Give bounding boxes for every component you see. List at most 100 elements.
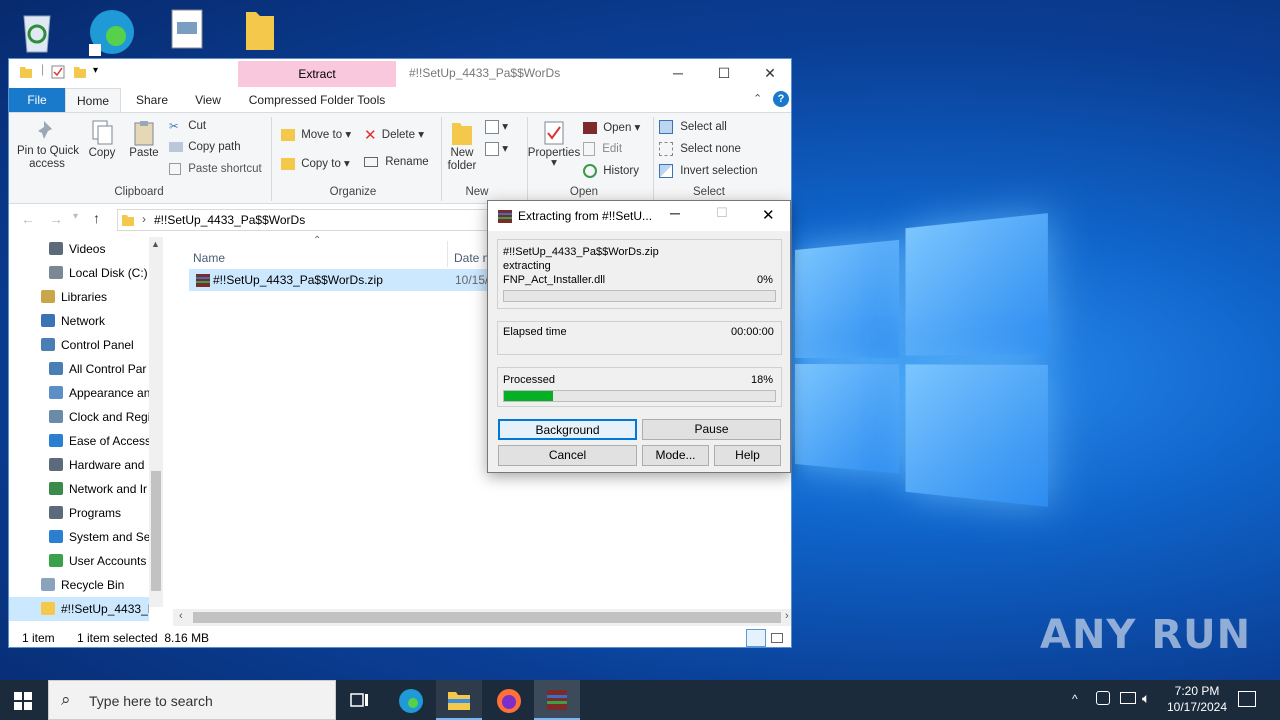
edit-button[interactable]: Edit — [583, 142, 622, 156]
select-all-button[interactable]: Select all — [659, 120, 727, 134]
paste-button[interactable]: Paste — [127, 119, 161, 159]
sort-ascending-icon: ⌃ — [313, 235, 322, 246]
sidebar-item[interactable]: Network and Ir — [9, 477, 149, 501]
invert-selection-icon — [659, 164, 673, 178]
easy-access-icon[interactable]: ▾ — [485, 141, 508, 156]
paste-shortcut-button[interactable]: Paste shortcut — [169, 163, 262, 175]
show-hidden-icons-chevron-icon[interactable]: ^ — [1072, 692, 1078, 720]
notifications-icon[interactable] — [1238, 691, 1256, 707]
invert-selection-button[interactable]: Invert selection — [659, 164, 758, 178]
volume-icon[interactable]: 🔈︎ — [1142, 690, 1150, 720]
tab-home[interactable]: Home — [65, 88, 121, 112]
properties-quick-icon[interactable] — [51, 65, 65, 82]
clock[interactable]: 7:20 PM 10/17/2024 — [1160, 680, 1234, 720]
cancel-button[interactable]: Cancel — [498, 445, 637, 466]
open-label: Open — [603, 122, 632, 134]
sidebar-item[interactable]: Videos — [9, 237, 149, 261]
column-header-name[interactable]: Name — [193, 251, 225, 265]
pause-button[interactable]: Pause — [642, 419, 781, 440]
cut-button[interactable]: ✂ Cut — [169, 119, 206, 133]
image-file-icon[interactable] — [168, 6, 220, 58]
firefox-taskbar-icon[interactable] — [496, 688, 522, 717]
background-button[interactable]: Background — [498, 419, 637, 440]
open-button[interactable]: Open ▾ — [583, 120, 640, 134]
help-icon[interactable]: ? — [773, 91, 789, 107]
rename-button[interactable]: Rename — [364, 156, 429, 168]
winrar-taskbar-icon[interactable] — [534, 680, 580, 720]
new-folder-quick-icon[interactable] — [73, 65, 87, 82]
mode-button[interactable]: Mode... — [642, 445, 709, 466]
collapse-ribbon-icon[interactable]: ⌃ — [753, 92, 762, 105]
select-group-label: Select — [693, 186, 725, 198]
sidebar-item[interactable]: Ease of Access — [9, 429, 149, 453]
quick-access-dropdown-icon[interactable]: ▾ — [93, 65, 98, 76]
sidebar-item[interactable]: All Control Par — [9, 357, 149, 381]
taskbar-search-box[interactable]: ⌕ Type here to search — [48, 680, 336, 720]
copy-button[interactable]: Copy — [85, 119, 119, 159]
sidebar-item[interactable]: Network — [9, 309, 149, 333]
large-icons-view-icon[interactable] — [771, 633, 783, 643]
back-arrow-icon[interactable]: ← — [21, 211, 35, 227]
sidebar-item[interactable]: Recycle Bin — [9, 573, 149, 597]
sidebar-item[interactable]: Appearance an — [9, 381, 149, 405]
file-explorer-taskbar-icon[interactable] — [436, 680, 482, 720]
sidebar-item[interactable]: #!!SetUp_4433_P — [9, 597, 149, 621]
action-label: extracting — [503, 260, 551, 272]
maximize-button[interactable]: ☐ — [701, 59, 747, 87]
tab-view[interactable]: View — [181, 88, 235, 112]
folder-icon[interactable] — [242, 6, 294, 58]
task-view-icon[interactable] — [350, 692, 370, 711]
sidebar-item[interactable]: Clock and Regi — [9, 405, 149, 429]
sidebar-item[interactable]: Control Panel — [9, 333, 149, 357]
network-icon[interactable] — [1120, 692, 1136, 704]
select-all-label: Select all — [680, 121, 727, 134]
move-to-label: Move to — [301, 129, 343, 141]
recycle-bin-icon[interactable] — [12, 6, 64, 58]
edge-shortcut-icon[interactable] — [86, 6, 138, 58]
winrar-archive-icon — [195, 272, 211, 291]
sidebar-item-icon — [49, 554, 63, 567]
dialog-minimize-button[interactable]: ─ — [670, 205, 680, 221]
copy-to-button[interactable]: Copy to ▾ — [281, 156, 350, 170]
extract-context-tab[interactable]: Extract — [238, 61, 396, 87]
move-to-button[interactable]: Move to ▾ — [281, 127, 351, 141]
new-folder-button[interactable]: New folder — [445, 119, 479, 173]
select-none-button[interactable]: Select none — [659, 142, 741, 156]
new-item-icon[interactable]: ▾ — [485, 119, 508, 134]
dialog-maximize-button[interactable]: ☐ — [716, 205, 728, 221]
sidebar-item[interactable]: Libraries — [9, 285, 149, 309]
meet-now-icon[interactable] — [1096, 691, 1110, 705]
tab-file[interactable]: File — [9, 88, 65, 112]
tab-share[interactable]: Share — [125, 88, 179, 112]
copy-path-button[interactable]: Copy path — [169, 141, 241, 153]
sidebar-item[interactable]: System and Sec — [9, 525, 149, 549]
search-placeholder: Type here to search — [89, 693, 213, 709]
up-arrow-icon[interactable]: ↑ — [93, 210, 100, 226]
tab-compressed-folder-tools[interactable]: Compressed Folder Tools — [239, 88, 395, 112]
properties-button[interactable]: Properties ▾ — [527, 119, 581, 169]
table-row[interactable]: #!!SetUp_4433_Pa$$WorDs.zip 10/15/2 — [189, 269, 499, 291]
edge-taskbar-icon[interactable] — [398, 688, 424, 717]
start-windows-icon[interactable] — [14, 692, 32, 713]
history-button[interactable]: History — [583, 164, 639, 178]
close-button[interactable]: ✕ — [747, 59, 793, 87]
open-group-label: Open — [569, 186, 599, 198]
details-view-icon[interactable] — [746, 629, 766, 647]
recent-dropdown-icon[interactable]: ▾ — [73, 211, 78, 222]
delete-button[interactable]: ✕ Delete ▾ — [364, 126, 424, 144]
paste-shortcut-label: Paste shortcut — [188, 163, 262, 176]
sidebar-item[interactable]: Programs — [9, 501, 149, 525]
forward-arrow-icon[interactable]: → — [49, 211, 63, 227]
sidebar-item[interactable]: Hardware and — [9, 453, 149, 477]
dialog-close-button[interactable]: ✕ — [762, 206, 775, 224]
sidebar-item-icon — [49, 506, 63, 519]
help-button[interactable]: Help — [714, 445, 781, 466]
address-bar[interactable]: › #!!SetUp_4433_Pa$$WorDs — [117, 209, 497, 231]
sidebar-item[interactable]: User Accounts — [9, 549, 149, 573]
minimize-button[interactable]: ─ — [655, 59, 701, 87]
sidebar-item-label: Local Disk (C:) — [69, 266, 148, 280]
navigation-scrollbar[interactable]: ▲ — [149, 237, 163, 607]
sidebar-item[interactable]: Local Disk (C:) — [9, 261, 149, 285]
horizontal-scrollbar[interactable]: ‹ › — [173, 609, 791, 626]
pin-quick-access-button[interactable]: Pin to Quick access — [17, 119, 79, 171]
